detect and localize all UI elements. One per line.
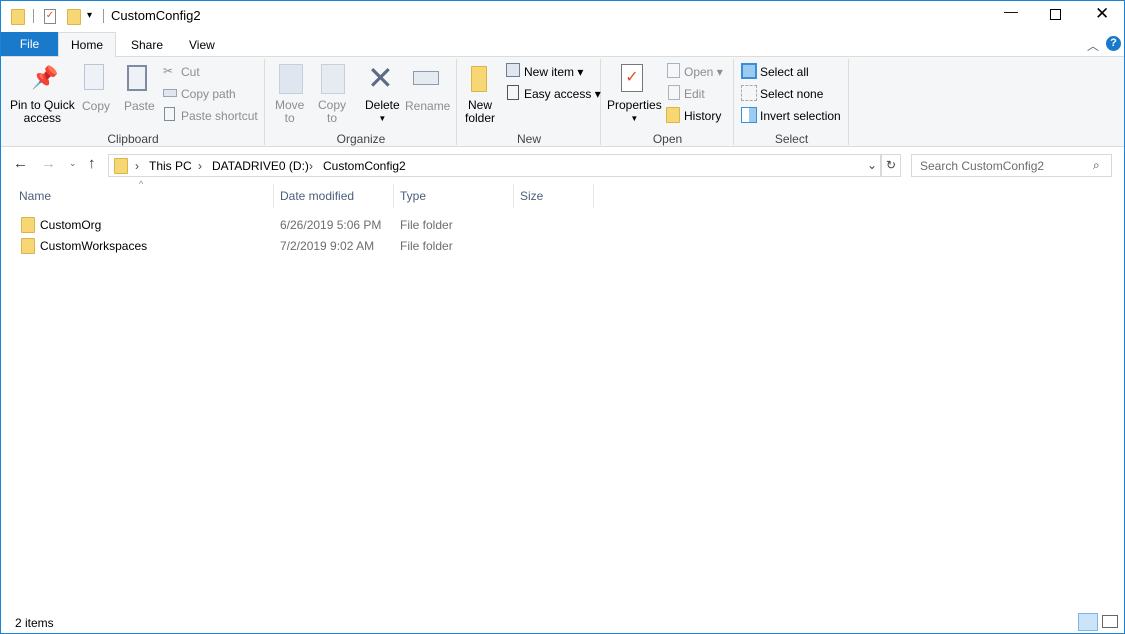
customize-toolbar-icon[interactable]: ▾ — [87, 10, 92, 21]
new-folder-button[interactable]: New folder — [465, 99, 495, 125]
file-type: File folder — [400, 218, 453, 232]
copy-path-icon — [163, 89, 177, 97]
group-label-open: Open — [652, 132, 683, 146]
delete-icon: ✕ — [367, 60, 394, 96]
folder-icon — [11, 9, 25, 25]
pin-icon: 📌 — [31, 65, 59, 90]
minimize-button[interactable]: — — [1004, 3, 1018, 19]
group-label-new: New — [516, 132, 541, 146]
select-none-icon — [741, 85, 757, 101]
address-dropdown-icon[interactable]: ⌄ — [867, 158, 877, 172]
easy-access-icon — [507, 85, 519, 100]
new-folder-icon — [471, 66, 487, 92]
group-label-clipboard: Clipboard — [107, 132, 159, 146]
copy-to-button[interactable]: Copy to — [318, 99, 346, 125]
copy-button[interactable]: Copy — [82, 99, 110, 113]
select-all-button[interactable]: Select all — [760, 65, 809, 79]
rename-icon — [413, 71, 439, 85]
breadcrumb-datadrive[interactable]: DATADRIVE0 (D:) — [212, 159, 309, 173]
up-button[interactable]: ↑ — [88, 155, 96, 172]
invert-selection-button[interactable]: Invert selection — [760, 109, 841, 123]
group-label-organize: Organize — [336, 132, 386, 146]
copy-icon — [84, 64, 104, 90]
paste-shortcut-icon — [164, 107, 175, 121]
column-date-modified[interactable]: Date modified — [274, 184, 394, 208]
details-view-button[interactable] — [1078, 613, 1098, 631]
refresh-button[interactable]: ↻ — [881, 154, 901, 177]
back-button[interactable]: ← — [13, 155, 28, 172]
file-name: CustomOrg — [40, 218, 102, 232]
column-type[interactable]: Type — [394, 184, 514, 208]
edit-icon — [668, 85, 680, 100]
copy-to-icon — [321, 64, 345, 94]
properties-icon: ✓ — [621, 64, 643, 92]
tab-view[interactable]: View — [189, 38, 215, 52]
properties-button[interactable]: Properties ▼ — [607, 99, 662, 125]
cut-button[interactable]: Cut — [181, 65, 200, 79]
move-to-icon — [279, 64, 303, 94]
large-icons-view-button[interactable] — [1102, 615, 1118, 628]
properties-quick-icon[interactable]: ✓ — [44, 9, 56, 24]
forward-button[interactable]: → — [41, 155, 56, 172]
file-row[interactable]: CustomWorkspaces 7/2/2019 9:02 AM File f… — [19, 236, 1109, 256]
column-size[interactable]: Size — [514, 184, 594, 208]
breadcrumb-this-pc[interactable]: This PC — [149, 159, 192, 173]
recent-locations-button[interactable]: ⌄ — [69, 158, 77, 169]
select-all-icon — [741, 63, 757, 79]
delete-button[interactable]: Delete ▼ — [365, 99, 400, 125]
search-icon: ⌕ — [1093, 158, 1100, 172]
folder-icon — [114, 158, 128, 174]
cut-icon: ✂ — [163, 64, 174, 78]
open-icon — [667, 63, 680, 78]
pin-quick-access-button[interactable]: Pin to Quick access — [10, 99, 75, 125]
file-type: File folder — [400, 239, 453, 253]
file-date: 6/26/2019 5:06 PM — [280, 218, 382, 232]
open-button[interactable]: Open ▾ — [684, 65, 723, 79]
status-item-count: 2 items — [15, 616, 54, 630]
move-to-button[interactable]: Move to — [275, 99, 304, 125]
history-button[interactable]: History — [684, 109, 721, 123]
edit-button[interactable]: Edit — [684, 87, 705, 101]
folder-icon — [21, 217, 35, 233]
file-row[interactable]: CustomOrg 6/26/2019 5:06 PM File folder — [19, 215, 1109, 235]
rename-button[interactable]: Rename — [405, 99, 450, 113]
history-icon — [666, 107, 680, 123]
window-title: CustomConfig2 — [111, 8, 201, 23]
invert-selection-icon — [741, 107, 757, 123]
copy-path-button[interactable]: Copy path — [181, 87, 236, 101]
file-name: CustomWorkspaces — [40, 239, 148, 253]
maximize-button[interactable] — [1050, 9, 1061, 20]
tab-file[interactable]: File — [1, 32, 58, 56]
collapse-ribbon-icon[interactable]: ︿ — [1087, 37, 1099, 54]
select-none-button[interactable]: Select none — [760, 87, 823, 101]
breadcrumb-customconfig2[interactable]: CustomConfig2 — [323, 159, 406, 173]
file-date: 7/2/2019 9:02 AM — [280, 239, 375, 253]
folder-icon — [21, 238, 35, 254]
help-icon[interactable]: ? — [1106, 36, 1121, 51]
paste-button[interactable]: Paste — [124, 99, 155, 113]
divider — [33, 9, 34, 23]
tab-home[interactable]: Home — [58, 32, 116, 57]
column-name[interactable]: Name — [13, 184, 274, 208]
new-item-button[interactable]: New item ▾ — [524, 65, 583, 79]
divider — [103, 9, 104, 23]
close-button[interactable]: ✕ — [1095, 4, 1109, 24]
paste-icon — [127, 65, 147, 91]
easy-access-button[interactable]: Easy access ▾ — [524, 87, 601, 101]
search-input[interactable]: Search CustomConfig2 ⌕ — [911, 154, 1112, 177]
address-bar[interactable]: › This PC › DATADRIVE0 (D:) › CustomConf… — [108, 154, 881, 177]
new-folder-quick-icon[interactable] — [67, 9, 81, 25]
tab-share[interactable]: Share — [131, 38, 163, 52]
group-label-select: Select — [774, 132, 809, 146]
new-item-icon — [506, 63, 520, 77]
paste-shortcut-button[interactable]: Paste shortcut — [181, 109, 258, 123]
